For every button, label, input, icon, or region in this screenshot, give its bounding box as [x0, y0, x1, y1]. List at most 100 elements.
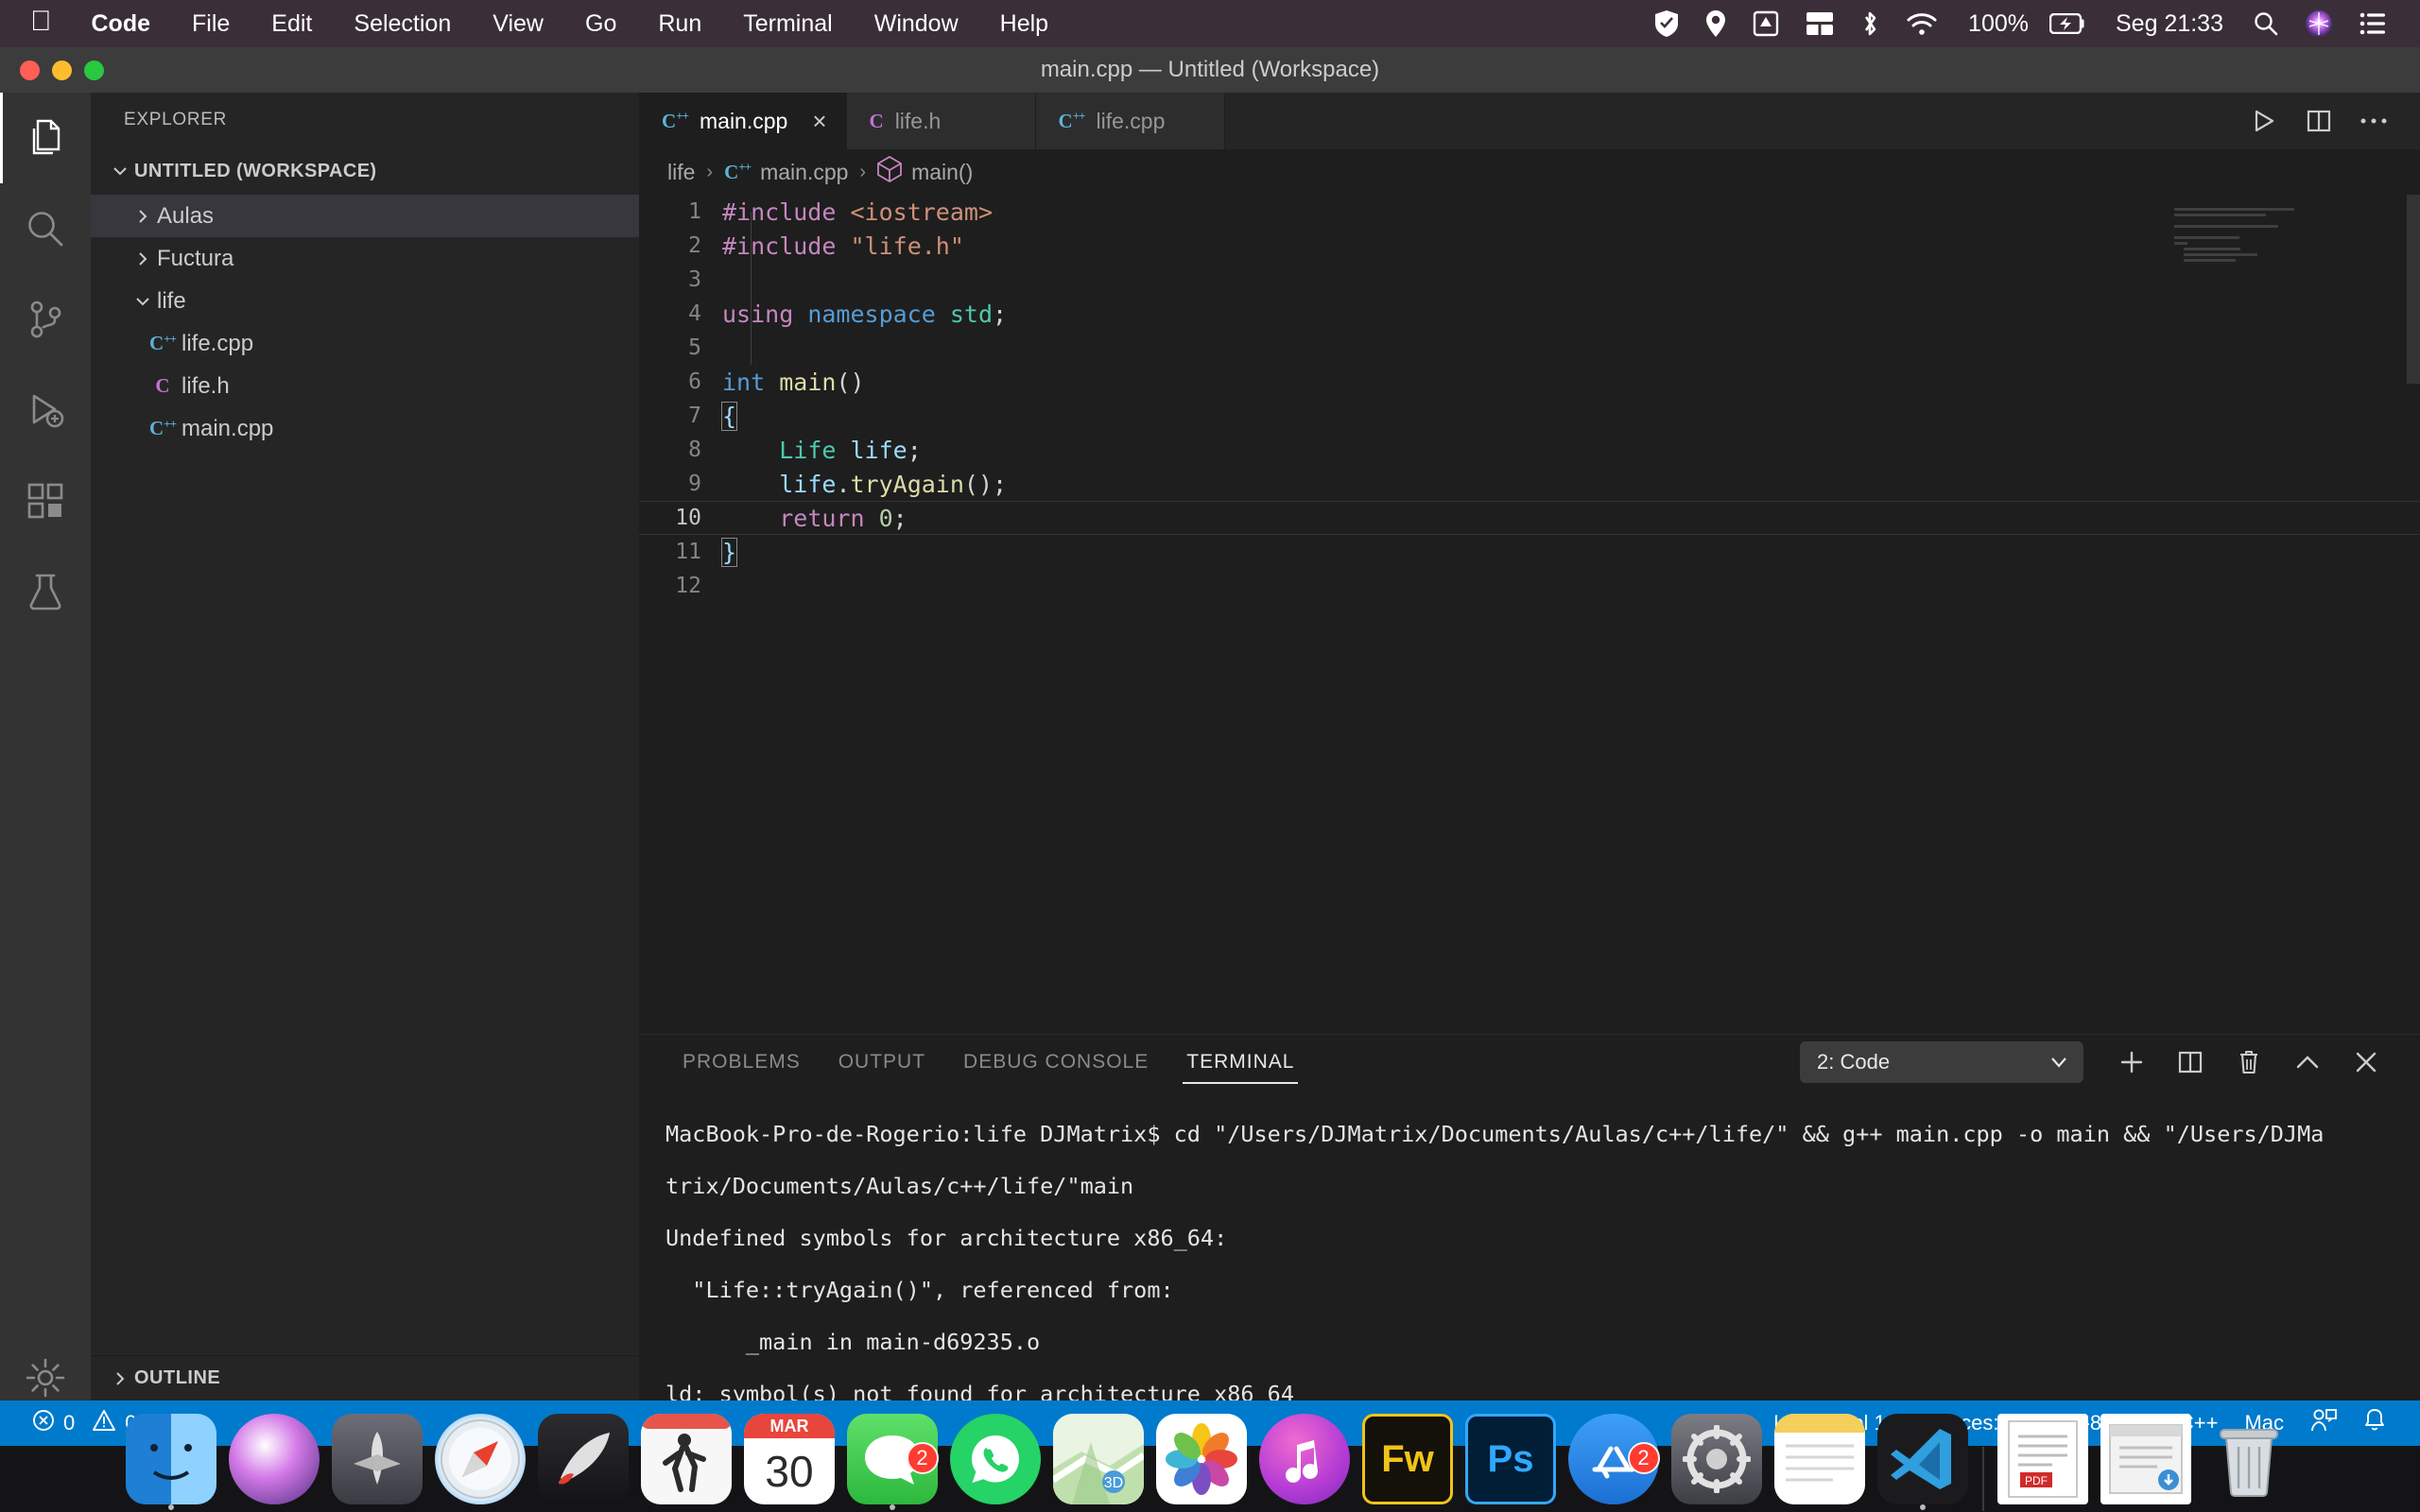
status-notifications[interactable] — [2350, 1400, 2399, 1446]
bottom-panel: PROBLEMS OUTPUT DEBUG CONSOLE TERMINAL 2… — [639, 1034, 2420, 1400]
tab-output[interactable]: OUTPUT — [820, 1035, 944, 1090]
dock-item-system-preferences[interactable] — [1666, 1414, 1769, 1512]
line-number: 2 — [688, 233, 701, 258]
close-icon[interactable]: × — [812, 109, 826, 133]
new-terminal-icon[interactable] — [2102, 1035, 2161, 1090]
terminal-output[interactable]: MacBook-Pro-de-Rogerio:life DJMatrix$ cd… — [639, 1090, 2420, 1400]
code-text: using namespace std; — [722, 300, 1008, 328]
wifi-icon[interactable] — [1893, 11, 1951, 36]
airplay-icon[interactable] — [1739, 10, 1792, 37]
menu-selection[interactable]: Selection — [333, 0, 472, 47]
dock-item-document1[interactable]: PDF — [1992, 1414, 2095, 1512]
dock-item-safari[interactable] — [429, 1414, 532, 1512]
sidebar-item-testing[interactable] — [0, 546, 91, 637]
tab-life-h[interactable]: C life.h — [846, 93, 1036, 149]
breadcrumb-symbol[interactable]: main() — [877, 155, 973, 188]
menu-bar-clock[interactable]: Seg 21:33 — [2099, 10, 2240, 38]
dock-item-fireworks[interactable]: Fw — [1357, 1414, 1460, 1512]
live-share-icon — [2310, 1408, 2337, 1438]
dock-item-notes[interactable] — [1769, 1414, 1872, 1512]
tree-item-aulas[interactable]: Aulas — [91, 195, 639, 237]
dock-item-messages[interactable]: 2 — [841, 1414, 944, 1512]
code-line: 4 using namespace std; — [639, 297, 2420, 331]
search-icon[interactable] — [2240, 11, 2291, 36]
tab-debug-console[interactable]: DEBUG CONSOLE — [944, 1035, 1167, 1090]
workspace-root-row[interactable]: UNTITLED (WORKSPACE) — [91, 147, 639, 195]
split-terminal-icon[interactable] — [2161, 1035, 2220, 1090]
status-errors[interactable]: 0 — [19, 1400, 88, 1446]
sidebar-item-extensions[interactable] — [0, 455, 91, 546]
menu-view[interactable]: View — [472, 0, 564, 47]
split-editor-icon[interactable] — [2291, 93, 2346, 149]
sidebar-item-explorer[interactable] — [0, 93, 91, 183]
line-number: 7 — [688, 404, 701, 428]
bluetooth-icon[interactable] — [1847, 9, 1893, 39]
dock-item-siri[interactable] — [223, 1414, 326, 1512]
tab-main-cpp[interactable]: C ++ main.cpp × — [639, 93, 847, 149]
dock-item-launchpad[interactable] — [326, 1414, 429, 1512]
menu-code[interactable]: Code — [71, 0, 172, 47]
dock-item-document2[interactable] — [2095, 1414, 2198, 1512]
breadcrumb-file[interactable]: C ++ main.cpp — [724, 160, 848, 185]
stack-icon[interactable] — [1792, 10, 1847, 37]
terminal-line: trix/Documents/Aulas/c++/life/"main — [666, 1172, 1134, 1199]
minimap[interactable] — [2174, 208, 2392, 265]
tree-item-life-folder[interactable]: life — [91, 280, 639, 322]
tab-life-cpp[interactable]: C ++ life.cpp — [1035, 93, 1225, 149]
menu-go[interactable]: Go — [564, 0, 637, 47]
dock-item-trash[interactable] — [2198, 1429, 2301, 1512]
dock-item-itunes[interactable] — [1253, 1414, 1357, 1512]
code-line-current: 10 return 0; — [639, 501, 2420, 535]
menu-run[interactable]: Run — [637, 0, 722, 47]
dock-item-whatsapp[interactable] — [944, 1414, 1047, 1512]
dock-item-calendar[interactable]: MAR 30 — [738, 1414, 841, 1512]
tree-item-life-h[interactable]: C life.h — [91, 365, 639, 407]
dock-item-photos[interactable] — [1150, 1414, 1253, 1512]
battery-charging-icon[interactable] — [2036, 13, 2099, 34]
terminal-selector-dropdown[interactable]: 2: Code — [1800, 1041, 2083, 1083]
menu-terminal[interactable]: Terminal — [722, 0, 853, 47]
menu-help[interactable]: Help — [979, 0, 1069, 47]
battery-percent[interactable]: 100% — [1951, 10, 2036, 38]
more-actions-icon[interactable] — [2346, 93, 2401, 149]
location-pin-icon[interactable] — [1692, 9, 1739, 38]
menu-window[interactable]: Window — [854, 0, 979, 47]
apple-logo-icon[interactable]:  — [26, 6, 71, 42]
menu-edit[interactable]: Edit — [251, 0, 333, 47]
dock-item-vscode[interactable] — [1872, 1414, 1975, 1512]
line-number: 5 — [688, 335, 701, 360]
editor-scrollbar[interactable] — [2407, 195, 2420, 384]
cpp-file-icon: C ++ — [724, 160, 752, 183]
sidebar-item-source-control[interactable] — [0, 274, 91, 365]
run-icon[interactable] — [2237, 93, 2291, 149]
tree-item-fuctura[interactable]: Fuctura — [91, 237, 639, 280]
tree-item-label: life.cpp — [182, 330, 254, 356]
siri-icon[interactable] — [2291, 9, 2346, 38]
tree-item-main-cpp[interactable]: C ++ main.cpp — [91, 407, 639, 450]
close-panel-icon[interactable] — [2337, 1035, 2395, 1090]
dock-item-rocket[interactable] — [532, 1414, 635, 1512]
running-indicator — [890, 1504, 895, 1510]
kill-terminal-icon[interactable] — [2220, 1035, 2278, 1090]
dock-item-app-store[interactable]: 2 — [1563, 1414, 1666, 1512]
dock-item-reminders[interactable] — [635, 1414, 738, 1512]
control-center-icon[interactable] — [2346, 12, 2399, 35]
maximize-panel-icon[interactable] — [2278, 1035, 2337, 1090]
outline-section-header[interactable]: OUTLINE — [91, 1355, 639, 1400]
dock-item-finder[interactable] — [120, 1414, 223, 1512]
mac-menu-status-area: 100% Seg 21:33 — [1641, 9, 2420, 39]
dock-item-maps[interactable]: 3D — [1047, 1414, 1150, 1512]
menu-file[interactable]: File — [171, 0, 251, 47]
line-number: 1 — [688, 199, 701, 224]
tree-item-life-cpp[interactable]: C ++ life.cpp — [91, 322, 639, 365]
sidebar-item-search[interactable] — [0, 183, 91, 274]
code-editor[interactable]: 1 #include <iostream> 2 #include "life.h… — [639, 195, 2420, 1034]
tab-problems[interactable]: PROBLEMS — [664, 1035, 820, 1090]
panel-tabs: PROBLEMS OUTPUT DEBUG CONSOLE TERMINAL 2… — [639, 1035, 2420, 1090]
sidebar-item-run-and-debug[interactable] — [0, 365, 91, 455]
shield-check-icon[interactable] — [1641, 9, 1692, 38]
breadcrumb-folder[interactable]: life — [667, 160, 695, 185]
dock-item-photoshop[interactable]: Ps — [1460, 1414, 1563, 1512]
tab-terminal[interactable]: TERMINAL — [1167, 1035, 1313, 1090]
status-live-share[interactable] — [2297, 1400, 2350, 1446]
